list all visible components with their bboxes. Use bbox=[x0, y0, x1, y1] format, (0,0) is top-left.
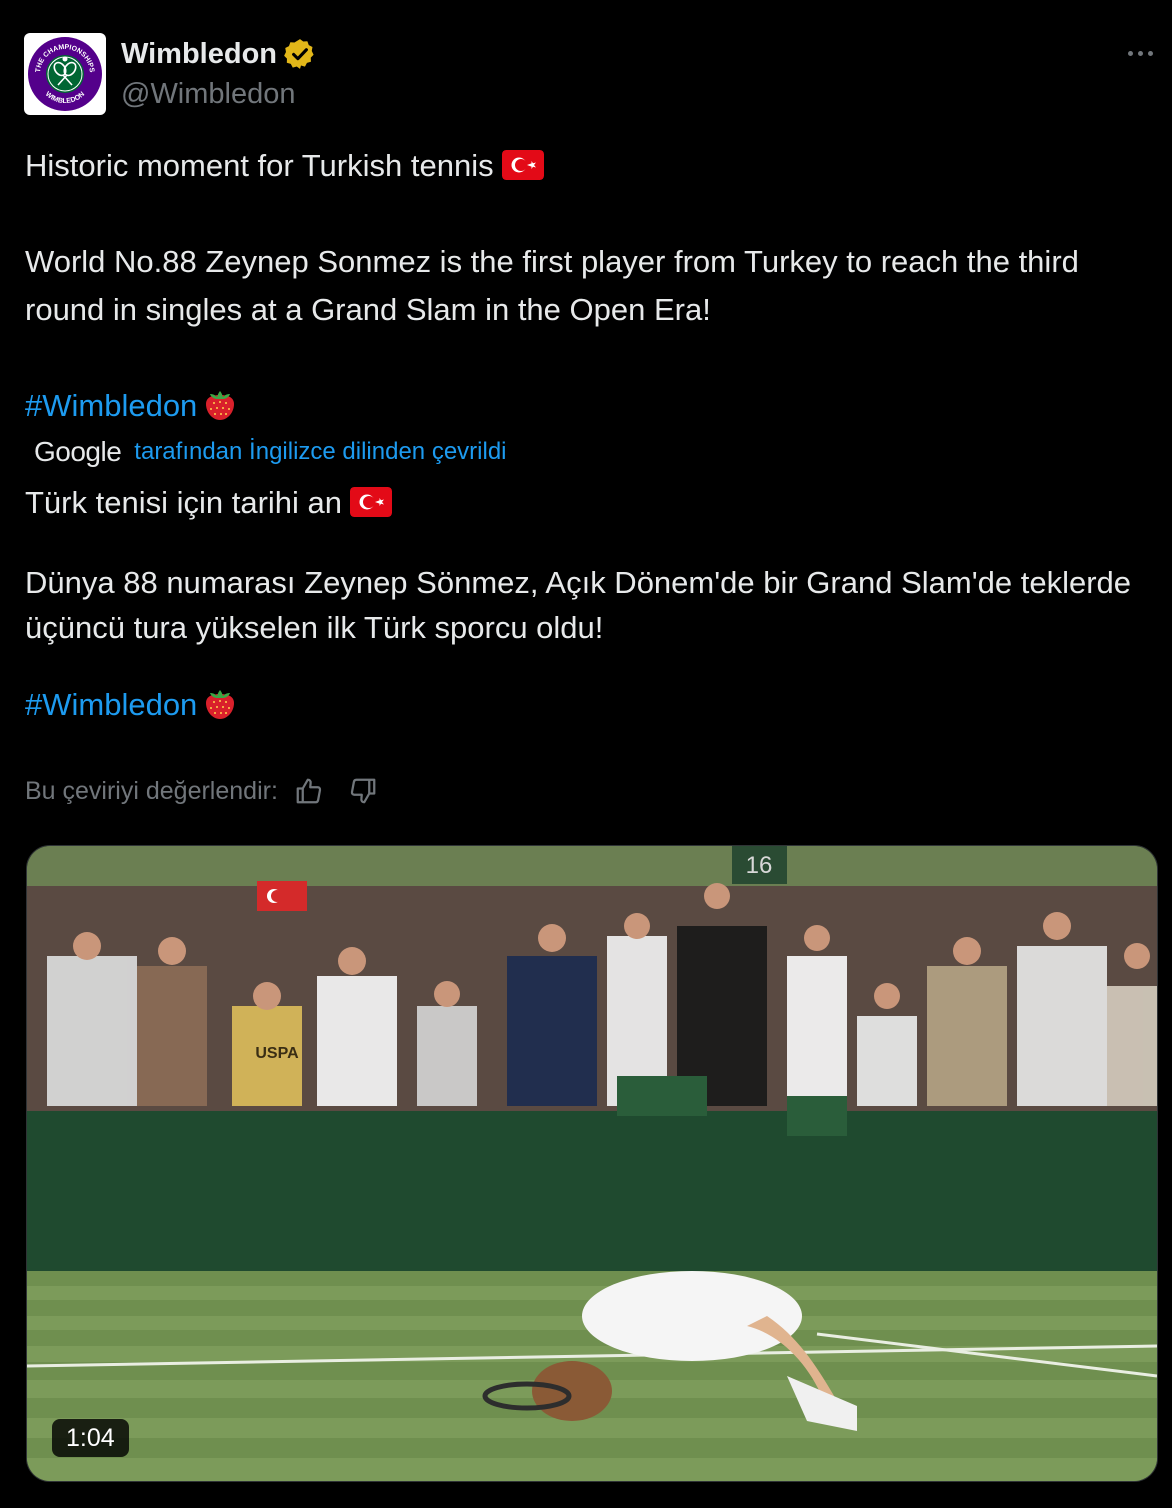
strawberry-icon bbox=[206, 391, 235, 420]
thumbs-up-icon[interactable] bbox=[294, 776, 324, 806]
translated-hashtag-line: #Wimbledon bbox=[25, 681, 1145, 729]
translated-from-link[interactable]: tarafından İngilizce dilinden çevrildi bbox=[134, 438, 506, 466]
translation-attribution: Google tarafından İngilizce dilinden çev… bbox=[34, 436, 507, 468]
wimbledon-logo-icon: THE CHAMPIONSHIPS WIMBLEDON bbox=[28, 37, 102, 111]
tweet-paragraph2: World No.88 Zeynep Sonmez is the first p… bbox=[25, 244, 1079, 327]
google-logo: Google bbox=[34, 436, 122, 467]
video-duration: 1:04 bbox=[52, 1419, 129, 1457]
rate-translation-label: Bu çeviriyi değerlendir: bbox=[25, 776, 278, 805]
tweet-hashtag-line: #Wimbledon bbox=[25, 382, 1145, 430]
tweet-line1: Historic moment for Turkish tennis bbox=[25, 142, 1145, 190]
author-name-row: Wimbledon bbox=[121, 36, 317, 72]
court-number: 16 bbox=[746, 852, 773, 879]
shirt-text: USPA bbox=[255, 1045, 299, 1062]
author-name[interactable]: Wimbledon bbox=[121, 36, 277, 72]
verified-badge-icon[interactable] bbox=[283, 37, 317, 71]
translated-paragraph2: Dünya 88 numarası Zeynep Sönmez, Açık Dö… bbox=[25, 565, 1132, 645]
hashtag-link[interactable]: #Wimbledon bbox=[25, 687, 197, 722]
thumbs-down-icon[interactable] bbox=[348, 776, 378, 806]
turkey-flag-icon bbox=[501, 150, 544, 180]
turkey-flag-icon bbox=[350, 487, 393, 517]
tweet-line1-text: Historic moment for Turkish tennis bbox=[25, 148, 494, 183]
avatar[interactable]: THE CHAMPIONSHIPS WIMBLEDON bbox=[24, 33, 106, 115]
strawberry-icon bbox=[206, 690, 235, 719]
hashtag-link[interactable]: #Wimbledon bbox=[25, 388, 197, 423]
video-thumbnail: 16 USPA bbox=[27, 846, 1157, 1481]
author-handle[interactable]: @Wimbledon bbox=[121, 76, 296, 112]
more-icon[interactable] bbox=[1120, 40, 1160, 66]
translated-line1: Türk tenisi için tarihi an bbox=[25, 479, 1145, 527]
translated-line1-text: Türk tenisi için tarihi an bbox=[25, 485, 343, 520]
video-player[interactable]: 16 USPA 1:04 bbox=[26, 845, 1158, 1482]
rate-translation: Bu çeviriyi değerlendir: bbox=[25, 776, 378, 806]
